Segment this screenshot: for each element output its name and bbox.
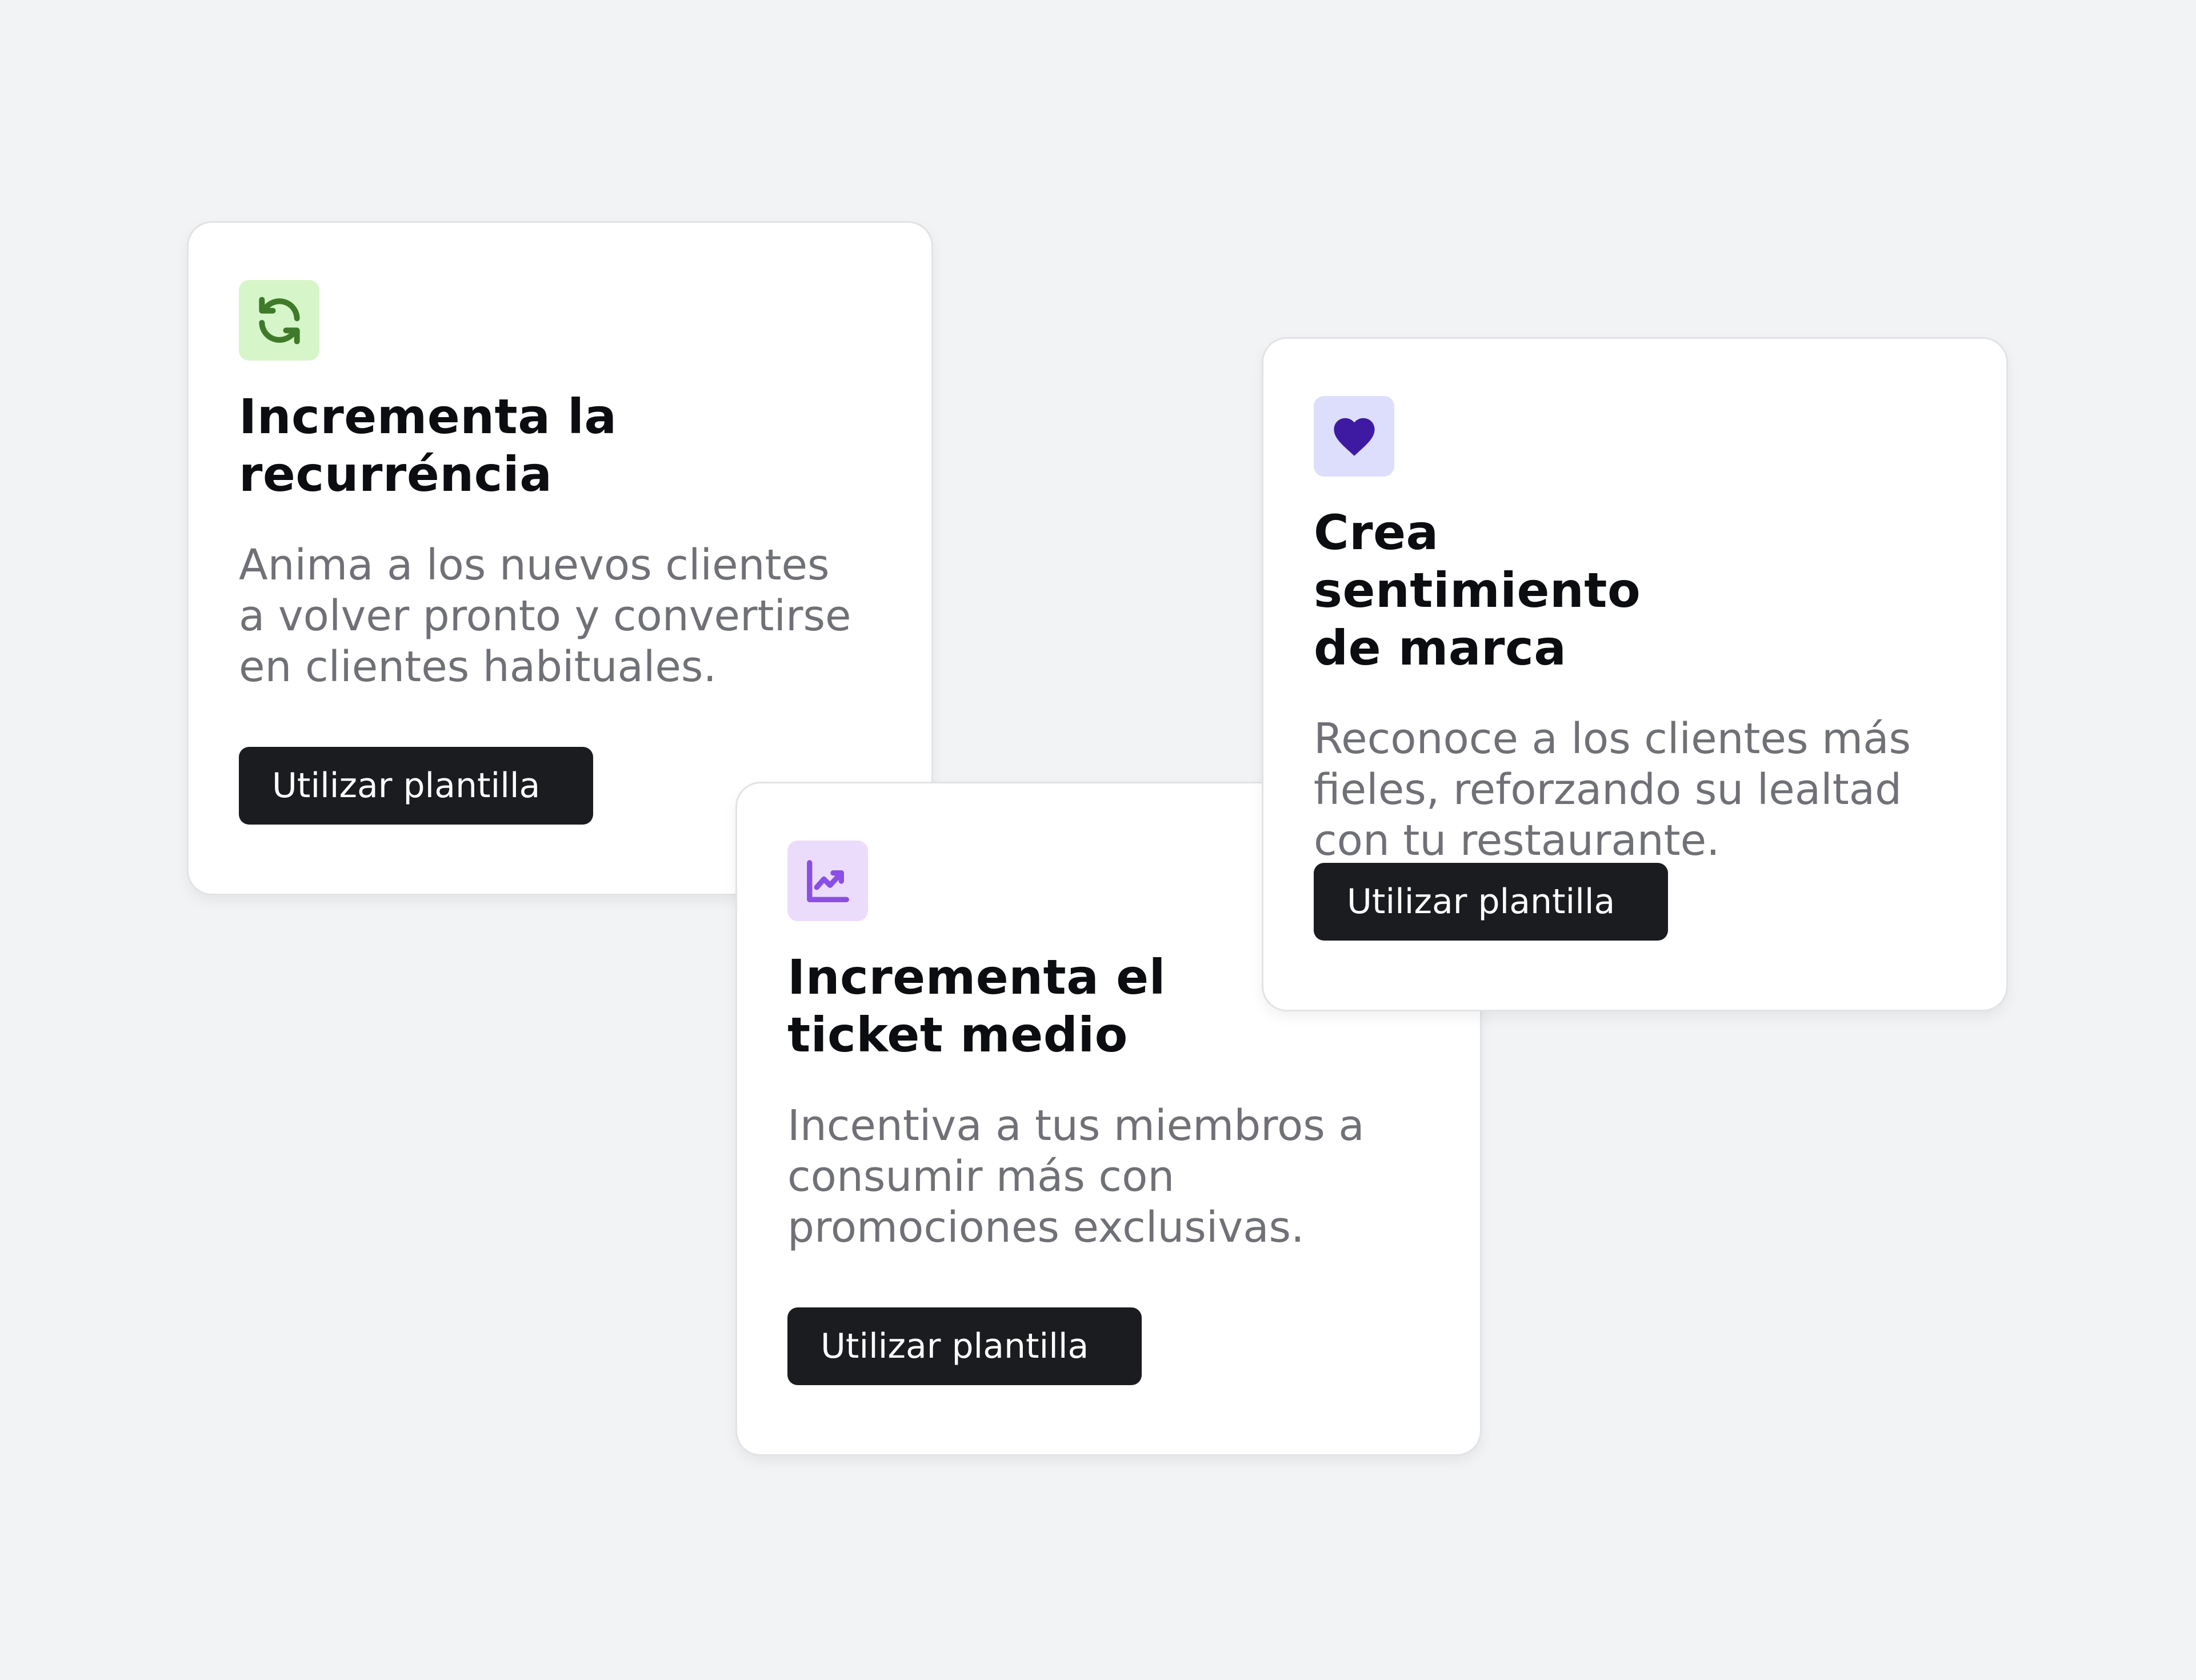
card-title-line: recurréncia	[239, 446, 553, 502]
card-description: Anima a los nuevos clientes a volver pro…	[239, 540, 885, 693]
card-description-line: fieles, reforzando su lealtad	[1314, 765, 1902, 814]
card-description-line: en clientes habituales.	[239, 642, 717, 691]
card-title: Incrementa la recurréncia	[239, 388, 673, 503]
card-title-line: ticket medio	[787, 1007, 1128, 1063]
use-template-button[interactable]: Utilizar plantilla	[1314, 863, 1668, 941]
card-description-line: promociones exclusivas.	[787, 1203, 1305, 1252]
card-title-line: Crea sentimiento	[1314, 505, 1641, 618]
heart-icon	[1314, 396, 1394, 477]
use-template-button[interactable]: Utilizar plantilla	[239, 747, 593, 825]
trending-up-chart-icon	[787, 841, 868, 921]
use-template-button[interactable]: Utilizar plantilla	[787, 1307, 1142, 1385]
card-description-line: a volver pronto y convertirse	[239, 591, 851, 641]
card-title-line: Incrementa la	[239, 389, 617, 445]
card-title: Crea sentimiento de marca	[1314, 504, 1748, 677]
template-card-brand: Crea sentimiento de marca Reconoce a los…	[1262, 337, 2008, 1011]
card-title-line: Incrementa el	[787, 949, 1166, 1005]
card-title-line: de marca	[1314, 620, 1567, 676]
card-title: Incrementa el ticket medio	[787, 949, 1222, 1064]
card-description-line: consumir más con	[787, 1152, 1175, 1201]
card-description: Reconoce a los clientes más fieles, refo…	[1314, 714, 1959, 866]
card-description-line: Incentiva a tus miembros a	[787, 1101, 1365, 1150]
card-description-line: Anima a los nuevos clientes	[239, 541, 830, 590]
refresh-icon	[239, 280, 319, 361]
card-description: Incentiva a tus miembros a consumir más …	[787, 1101, 1433, 1253]
card-description-line: Reconoce a los clientes más	[1314, 714, 1911, 763]
card-description-line: con tu restaurante.	[1314, 816, 1720, 865]
